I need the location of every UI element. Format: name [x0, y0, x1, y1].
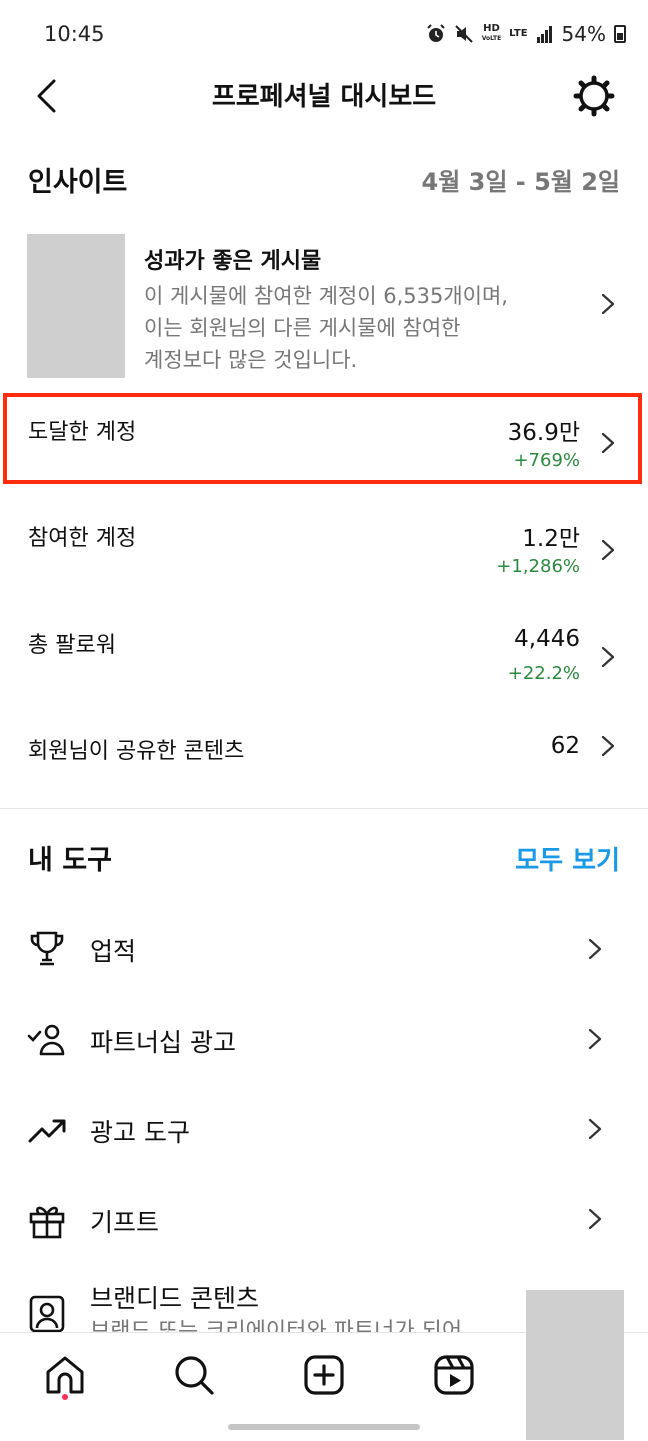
post-thumbnail[interactable] [27, 234, 125, 378]
home-icon[interactable] [43, 1353, 87, 1397]
hd-sub-label: VoLTE [481, 35, 502, 42]
tools-title: 내 도구 [28, 845, 112, 876]
metric-label-content: 회원님이 공유한 콘텐츠 [28, 739, 245, 764]
chevron-right-icon [588, 1119, 602, 1139]
tool-label-branded-content: 브랜디드 콘텐츠 [90, 1284, 259, 1313]
signal-icon [536, 26, 552, 43]
highlight-box [3, 393, 642, 484]
trending-icon [28, 1119, 66, 1143]
chevron-right-icon[interactable] [598, 647, 618, 667]
search-icon[interactable] [172, 1353, 216, 1397]
mute-icon [454, 25, 473, 43]
date-range[interactable]: 4월 3일 - 5월 2일 [422, 162, 621, 197]
top-post-title: 성과가 좋은 게시물 [144, 249, 322, 274]
tool-sub-branded-content: 브랜드 또는 크리에이터와 파트너가 되어 [90, 1319, 463, 1332]
metric-value-content: 62 [550, 733, 580, 759]
metric-value-engaged: 1.2만 [522, 526, 580, 552]
tool-label-ad-tools: 광고 도구 [90, 1118, 190, 1147]
top-post-description: 이 게시물에 참여한 계정이 6,535개이며, 이는 회원님의 다른 게시물에… [144, 280, 574, 376]
notification-dot [62, 1394, 68, 1400]
chevron-right-icon[interactable] [598, 540, 618, 560]
gear-icon [573, 75, 615, 117]
profile-tab-image[interactable] [526, 1290, 624, 1440]
chevron-right-icon[interactable] [598, 294, 618, 314]
chevron-right-icon [588, 1209, 602, 1229]
metric-change-engaged: +1,286% [496, 556, 580, 577]
status-time: 10:45 [44, 22, 105, 46]
gift-icon [29, 1206, 65, 1239]
metric-label-followers: 총 팔로워 [28, 633, 116, 658]
reels-icon[interactable] [432, 1353, 476, 1397]
branded-content-icon [29, 1295, 65, 1333]
see-all-link[interactable]: 모두 보기 [515, 840, 620, 877]
battery-icon [614, 25, 626, 43]
trophy-icon [30, 931, 64, 966]
create-icon[interactable] [302, 1353, 346, 1397]
metric-change-followers: +22.2% [507, 663, 580, 684]
gesture-bar [228, 1424, 420, 1430]
top-post-desc-line: 이 게시물에 참여한 계정이 6,535개이며, [144, 284, 508, 308]
settings-button[interactable] [572, 74, 616, 118]
tool-label-gifts: 기프트 [90, 1208, 160, 1237]
tool-label-achievements: 업적 [90, 937, 137, 966]
metric-value-followers: 4,446 [514, 626, 580, 652]
insights-title: 인사이트 [28, 167, 128, 198]
status-icons: HD VoLTE LTE 54% [426, 22, 626, 46]
top-post-desc-line: 계정보다 많은 것입니다. [144, 348, 358, 372]
page-title: 프로페셔널 대시보드 [211, 82, 437, 112]
metric-label-engaged: 참여한 계정 [28, 526, 137, 551]
chevron-right-icon [588, 939, 602, 959]
tool-label-partnership-ads: 파트너십 광고 [90, 1028, 236, 1057]
alarm-icon [426, 24, 445, 42]
section-divider [0, 808, 648, 809]
lte-indicator: LTE [509, 28, 528, 39]
top-post-desc-line: 이는 회원님의 다른 게시물에 참여한 [144, 316, 461, 340]
partner-icon [27, 1024, 65, 1056]
battery-percent: 54% [561, 22, 606, 46]
chevron-right-icon[interactable] [598, 736, 618, 756]
chevron-right-icon [588, 1029, 602, 1049]
hd-label: HD [483, 23, 500, 34]
hd-voice-indicator: HD VoLTE [482, 24, 501, 44]
